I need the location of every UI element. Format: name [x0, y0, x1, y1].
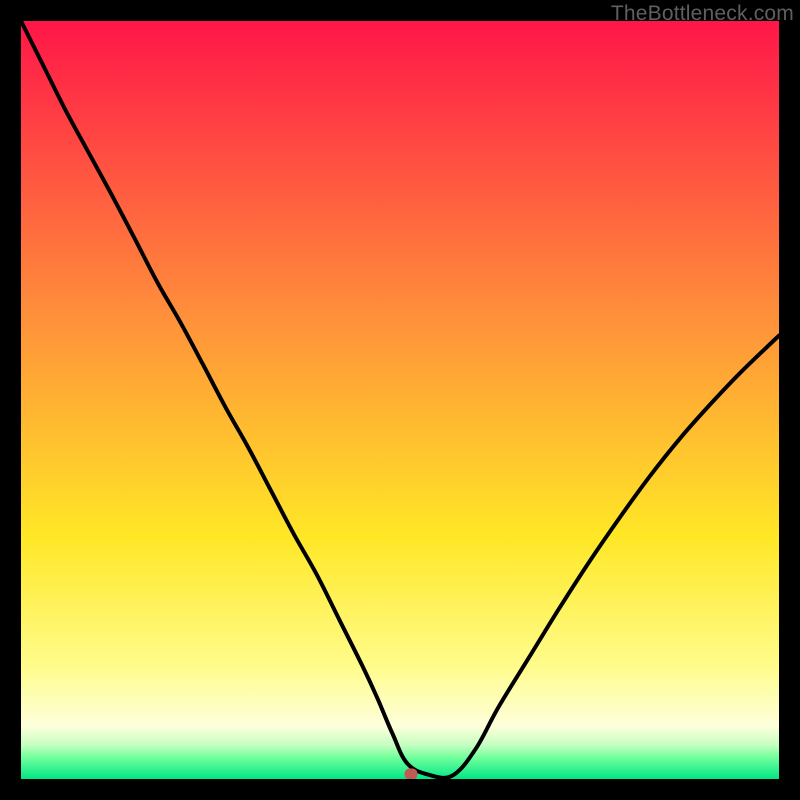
watermark-label: TheBottleneck.com — [611, 2, 794, 26]
gradient-background — [21, 21, 779, 779]
plot-area — [21, 21, 779, 779]
plot-svg — [21, 21, 779, 779]
optimal-point-marker — [405, 769, 418, 779]
chart-frame: TheBottleneck.com — [0, 0, 800, 800]
